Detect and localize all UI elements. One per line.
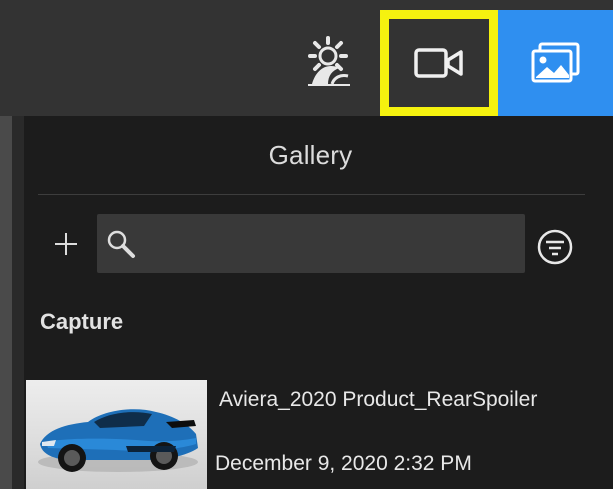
environment-icon xyxy=(308,36,350,86)
thumbnail-image[interactable] xyxy=(26,380,207,489)
car-image-icon xyxy=(38,409,198,472)
app-window: Gallery Capture Aviera_2020 Product_Rear… xyxy=(0,0,613,489)
divider xyxy=(38,194,585,195)
top-toolbar xyxy=(0,0,613,116)
plus-icon xyxy=(55,233,77,255)
image-gallery-icon xyxy=(531,42,579,83)
search-icon xyxy=(107,230,135,258)
add-button[interactable] xyxy=(50,226,82,262)
panel-gutter xyxy=(12,116,24,489)
section-title: Capture xyxy=(40,309,124,334)
item-name: Aviera_2020 Product_RearSpoiler xyxy=(219,388,538,411)
filter-icon xyxy=(537,229,573,265)
gallery-item[interactable]: Aviera_2020 Product_RearSpoiler December… xyxy=(26,378,613,489)
item-date: December 9, 2020 2:32 PM xyxy=(215,452,472,475)
search-input[interactable] xyxy=(97,214,525,273)
video-capture-button[interactable] xyxy=(380,10,498,116)
filter-button[interactable] xyxy=(536,228,574,266)
environment-button[interactable] xyxy=(273,8,383,116)
left-panel-edge xyxy=(0,116,12,489)
gallery-panel: Gallery Capture Aviera_2020 Product_Rear… xyxy=(24,116,613,489)
gallery-button[interactable] xyxy=(498,10,613,116)
video-camera-icon xyxy=(414,48,463,78)
panel-title: Gallery xyxy=(268,140,353,170)
